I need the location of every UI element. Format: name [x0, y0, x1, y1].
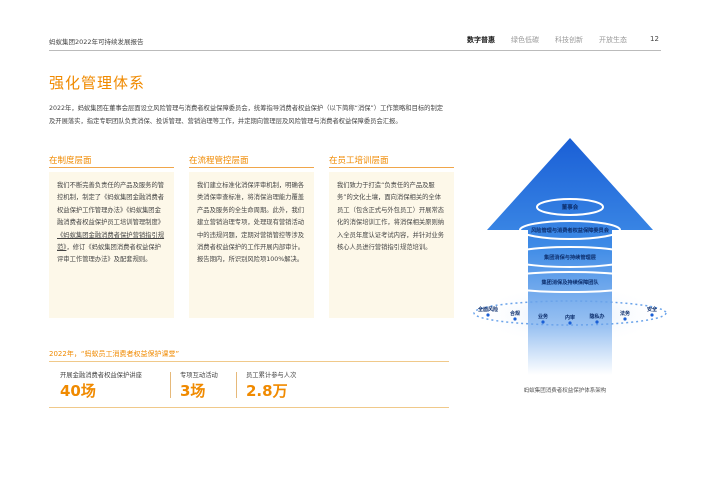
- stat-value-activities: 3场: [180, 382, 206, 400]
- column-divider: [49, 167, 174, 168]
- column-box-process: 我们建立标准化消保评审机制，明确各类消保审查标准，将消保治理能力覆盖产品及服务的…: [189, 172, 314, 318]
- section-intro: 2022年，蚂蚁集团在董事会层面设立风险管理与消费者权益保障委员会，统筹指导消费…: [49, 105, 444, 125]
- stat-label-activities: 专项互动活动: [180, 372, 218, 379]
- stat-separator: [236, 372, 237, 398]
- column-title-training: 在员工培训层面: [329, 156, 389, 166]
- column-divider: [189, 167, 314, 168]
- protection-system-diagram: 董事会 风险管理与消费者权益保障委员会 集团消保与持续管理层 集团消保及持续保障…: [473, 138, 667, 375]
- column-divider: [329, 167, 454, 168]
- stats-title: 2022年，“蚂蚁员工消费者权益保护课堂”: [49, 350, 180, 358]
- nav-tab-tech-innovation[interactable]: 科技创新: [555, 35, 583, 45]
- layer-label-board: 董事会: [562, 203, 579, 211]
- stat-value-participants: 2.8万: [246, 382, 288, 400]
- nav-tab-green-low-carbon[interactable]: 绿色低碳: [511, 35, 539, 45]
- column-title-process: 在流程管控层面: [189, 156, 249, 166]
- diagram-caption: 蚂蚁集团消费者权益保护体系架构: [523, 388, 607, 394]
- column-text-training: 我们致力于打造“负责任的产品及服务”的文化土壤，面向消保相关的全体员工（包含正式…: [337, 182, 445, 252]
- nav-tab-open-ecosystem[interactable]: 开放生态: [599, 35, 627, 45]
- header-divider: [49, 50, 661, 51]
- function-label: 隐私办: [589, 313, 604, 320]
- page-number: 12: [650, 35, 659, 43]
- stat-separator: [170, 372, 171, 398]
- stats-divider-top: [49, 361, 449, 362]
- column-text-process: 我们建立标准化消保评审机制，明确各类消保审查标准，将消保治理能力覆盖产品及服务的…: [197, 182, 305, 264]
- nav-tab-digital-inclusion[interactable]: 数字普惠: [467, 35, 495, 45]
- layer-label-management: 集团消保与持续管理层: [543, 253, 596, 261]
- layer-label-committee: 风险管理与消费者权益保障委员会: [531, 226, 610, 234]
- layer-label-team: 集团消保及持续保障团队: [540, 278, 599, 286]
- function-label: 内审: [565, 314, 575, 321]
- column-title-policy: 在制度层面: [49, 156, 92, 166]
- function-label: 全面风险: [477, 306, 499, 313]
- stat-label-participants: 员工累计参与人次: [246, 372, 297, 379]
- function-label: 安全: [647, 306, 658, 313]
- column-box-training: 我们致力于打造“负责任的产品及服务”的文化土壤，面向消保相关的全体员工（包含正式…: [329, 172, 454, 318]
- function-label: 合规: [509, 310, 520, 317]
- stats-divider-bottom: [49, 407, 449, 408]
- section-title: 强化管理体系: [49, 74, 146, 92]
- report-title: 蚂蚁集团2022年可持续发展报告: [49, 38, 144, 46]
- column-box-policy: 我们不断完善负责任的产品及服务的管控机制，制定了《蚂蚁集团金融消费者权益保护工作…: [49, 172, 174, 318]
- function-label: 法务: [620, 310, 631, 317]
- column-text-policy: 我们不断完善负责任的产品及服务的管控机制，制定了《蚂蚁集团金融消费者权益保护工作…: [57, 182, 165, 264]
- stat-label-lectures: 开展金融消费者权益保护讲座: [60, 372, 142, 379]
- function-label: 业务: [538, 313, 549, 320]
- stat-value-lectures: 40场: [60, 382, 96, 400]
